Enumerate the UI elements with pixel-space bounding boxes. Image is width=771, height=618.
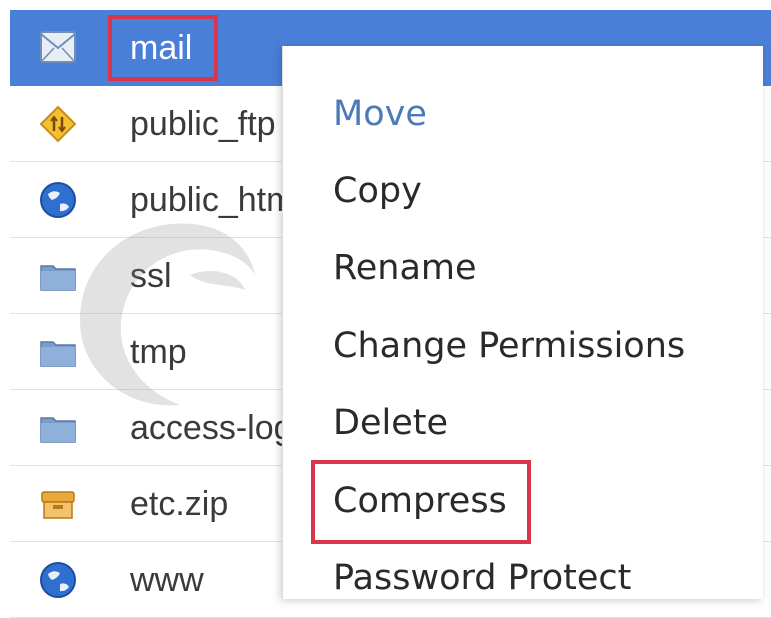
context-menu: Move Copy Rename Change Permissions Dele… — [282, 46, 763, 599]
folder-icon — [38, 408, 78, 448]
menu-item-move[interactable]: Move — [333, 92, 427, 136]
file-name: ssl — [130, 257, 172, 295]
menu-item-rename[interactable]: Rename — [333, 246, 477, 290]
globe-icon — [38, 180, 78, 220]
file-name: www — [130, 561, 204, 599]
menu-item-delete[interactable]: Delete — [333, 401, 448, 445]
compress-highlight-box — [311, 460, 531, 544]
menu-item-change-permissions[interactable]: Change Permissions — [333, 324, 685, 368]
folder-icon — [38, 332, 78, 372]
menu-item-copy[interactable]: Copy — [333, 169, 422, 213]
file-name: etc.zip — [130, 485, 229, 523]
menu-item-password-protect[interactable]: Password Protect — [333, 556, 631, 600]
folder-icon — [38, 256, 78, 296]
file-name: tmp — [130, 333, 187, 371]
mail-icon — [38, 28, 78, 68]
mail-highlight-box — [108, 15, 218, 81]
ftp-icon — [38, 104, 78, 144]
archive-icon — [38, 484, 78, 524]
file-name: public_html — [130, 181, 302, 219]
file-name: public_ftp — [130, 105, 276, 143]
globe-icon — [38, 560, 78, 600]
